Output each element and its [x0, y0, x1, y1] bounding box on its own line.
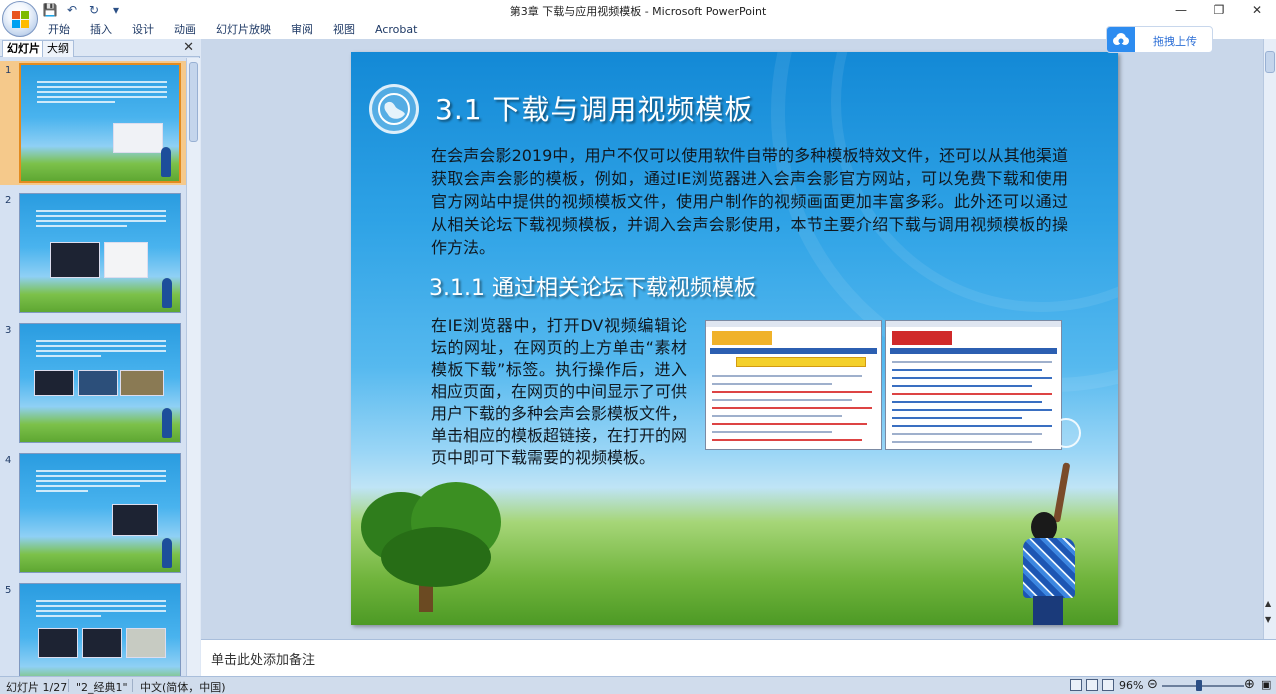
slide-thumbnail[interactable]: 3 [0, 321, 186, 445]
thumb-text [36, 600, 166, 620]
tab-review[interactable]: 审阅 [281, 20, 323, 39]
thumb-image [120, 370, 164, 396]
fit-to-window-icon[interactable]: ▣ [1261, 678, 1271, 691]
slide-editor: 3.1 下载与调用视频模板 在会声会影2019中，用户不仅可以使用软件自带的多种… [201, 39, 1263, 639]
scrollbar-thumb[interactable] [1265, 51, 1275, 73]
prev-slide-icon[interactable]: ▲ [1265, 599, 1271, 608]
slide-number: 2 [5, 195, 12, 206]
window-title: 第3章 下载与应用视频模板 - Microsoft PowerPoint [509, 5, 767, 18]
slide-thumbnail[interactable]: 4 [0, 451, 186, 575]
thumb-text [36, 210, 166, 230]
thumbnails-scrollbar[interactable] [186, 58, 200, 676]
thumb-image [104, 242, 148, 278]
bubble-decoration [1051, 418, 1081, 448]
thumb-image [78, 370, 118, 396]
thumb-image [112, 504, 158, 536]
person-illustration [1019, 462, 1089, 625]
zoom-in-icon[interactable]: ⊕ [1244, 677, 1255, 692]
notes-pane[interactable]: 单击此处添加备注 [201, 639, 1276, 676]
thumb-image [34, 370, 74, 396]
status-bar: 幻灯片 1/27 "2_经典1" 中文(简体，中国) 96% ⊝ ⊕ ▣ [0, 676, 1276, 694]
title-bar: 💾 ↶ ↻ ▾ 第3章 下载与应用视频模板 - Microsoft PowerP… [0, 0, 1276, 20]
thumb-image [126, 628, 166, 658]
redo-icon[interactable]: ↻ [86, 2, 102, 18]
zoom-slider[interactable] [1162, 685, 1244, 687]
slide-number: 4 [5, 455, 12, 466]
office-logo-icon [12, 11, 30, 29]
slide-preview [19, 323, 181, 443]
slide-number: 5 [5, 585, 12, 596]
quick-access-toolbar: 💾 ↶ ↻ ▾ [42, 2, 124, 18]
thumb-figure [162, 278, 172, 308]
slides-pane: 幻灯片 大纲 ✕ 1 2 3 4 5 [0, 39, 200, 676]
zoom-slider-handle[interactable] [1196, 680, 1202, 691]
slide-thumbnail[interactable]: 1 [0, 61, 186, 185]
thumb-image [82, 628, 122, 658]
slide-canvas[interactable]: 3.1 下载与调用视频模板 在会声会影2019中，用户不仅可以使用软件自带的多种… [351, 52, 1118, 625]
slide-intro-text[interactable]: 在会声会影2019中，用户不仅可以使用软件自带的多种模板特效文件，还可以从其他渠… [431, 144, 1068, 259]
upload-button-label: 拖拽上传 [1153, 35, 1197, 48]
office-button[interactable] [2, 1, 38, 37]
scrollbar-thumb[interactable] [189, 62, 198, 142]
webpage-screenshot[interactable] [705, 320, 882, 450]
slideshow-icon[interactable] [1102, 679, 1114, 691]
restore-icon[interactable]: ❐ [1200, 0, 1238, 20]
slide-subtitle[interactable]: 3.1.1 通过相关论坛下载视频模板 [429, 270, 756, 302]
thumb-image [50, 242, 100, 278]
slide-preview [19, 583, 181, 676]
slide-thumbnail[interactable]: 2 [0, 191, 186, 315]
slide-counter: 幻灯片 1/27 [6, 681, 68, 694]
normal-view-icon[interactable] [1070, 679, 1082, 691]
thumb-text [36, 340, 166, 360]
globe-icon [369, 84, 419, 134]
tab-acrobat[interactable]: Acrobat [365, 20, 427, 39]
slide-number: 1 [5, 65, 12, 76]
undo-icon[interactable]: ↶ [64, 2, 80, 18]
slide-thumbnail[interactable]: 5 [0, 581, 186, 676]
tab-animations[interactable]: 动画 [164, 20, 206, 39]
zoom-level[interactable]: 96% [1119, 679, 1143, 692]
tab-view[interactable]: 视图 [323, 20, 365, 39]
tab-slideshow[interactable]: 幻灯片放映 [206, 20, 281, 39]
tree-illustration [351, 472, 521, 612]
next-slide-icon[interactable]: ▼ [1265, 615, 1271, 624]
close-icon[interactable]: ✕ [1238, 0, 1276, 20]
thumb-figure [162, 408, 172, 438]
tab-home[interactable]: 开始 [38, 20, 80, 39]
language-indicator[interactable]: 中文(简体，中国) [140, 679, 226, 694]
slide-thumbnails: 1 2 3 4 5 [0, 58, 186, 676]
slide-title[interactable]: 3.1 下载与调用视频模板 [435, 88, 753, 128]
thumb-image [38, 628, 78, 658]
thumb-image [113, 123, 163, 153]
thumb-text [37, 81, 167, 106]
tab-insert[interactable]: 插入 [80, 20, 122, 39]
slide-sorter-icon[interactable] [1086, 679, 1098, 691]
tab-slides[interactable]: 幻灯片 [2, 40, 45, 57]
slide-preview [19, 63, 181, 183]
tab-outline[interactable]: 大纲 [42, 40, 74, 57]
tab-design[interactable]: 设计 [122, 20, 164, 39]
window-controls: — ❐ ✕ [1162, 0, 1276, 20]
pane-tabs: 幻灯片 大纲 ✕ [0, 39, 200, 57]
minimize-icon[interactable]: — [1162, 0, 1200, 20]
ribbon-tabs: 开始 插入 设计 动画 幻灯片放映 审阅 视图 Acrobat [38, 20, 427, 39]
slide-preview [19, 193, 181, 313]
customize-icon[interactable]: ▾ [108, 2, 124, 18]
close-icon[interactable]: ✕ [183, 40, 194, 55]
slide-body-text[interactable]: 在IE浏览器中，打开DV视频编辑论坛的网址，在网页的上方单击“素材模板下载”标签… [431, 315, 687, 469]
theme-name[interactable]: "2_经典1" [76, 679, 128, 694]
cloud-icon [1107, 27, 1135, 52]
slide-number: 3 [5, 325, 12, 336]
thumb-figure [162, 538, 172, 568]
slide-preview [19, 453, 181, 573]
thumb-figure [161, 147, 171, 177]
upload-button[interactable]: 拖拽上传 [1106, 26, 1213, 53]
save-icon[interactable]: 💾 [42, 2, 58, 18]
ribbon: 开始 插入 设计 动画 幻灯片放映 审阅 视图 Acrobat ? [0, 20, 1276, 55]
editor-scrollbar[interactable]: ▲ ▼ [1263, 39, 1276, 639]
notes-placeholder: 单击此处添加备注 [211, 653, 316, 668]
webpage-screenshot[interactable] [885, 320, 1062, 450]
thumb-text [36, 470, 166, 495]
zoom-out-icon[interactable]: ⊝ [1147, 677, 1158, 692]
